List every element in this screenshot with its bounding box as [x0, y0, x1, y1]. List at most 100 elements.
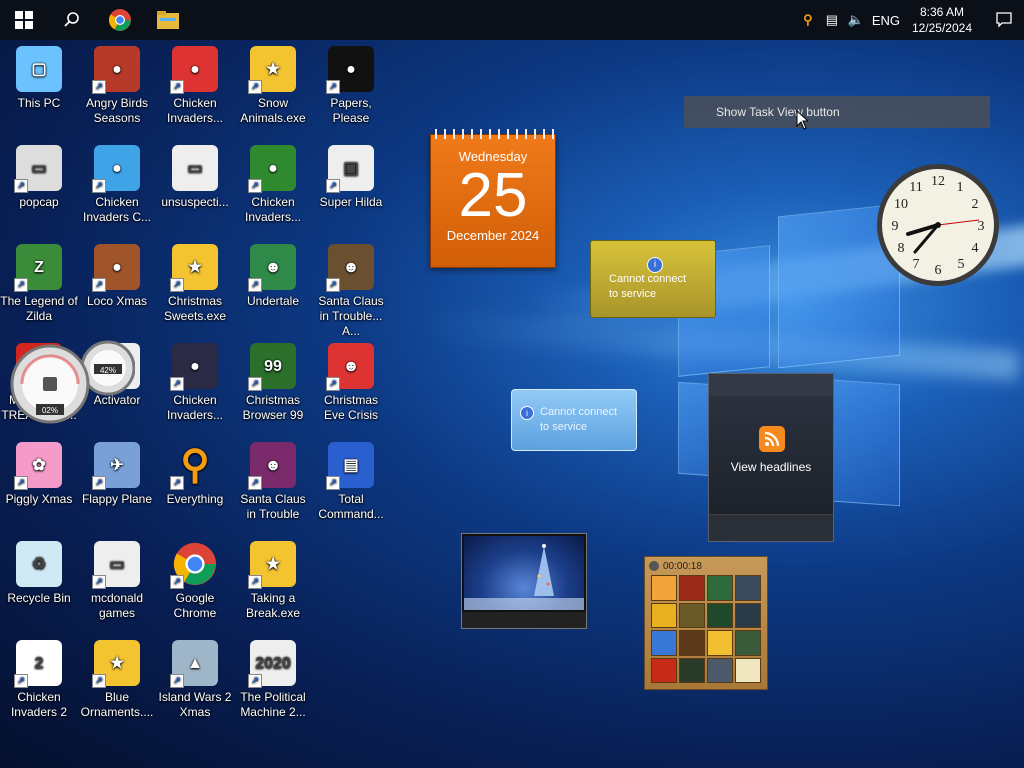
- info-icon: i: [647, 257, 663, 273]
- desktop-icon[interactable]: ☻ ↗ Santa Claus in Trouble: [234, 442, 312, 522]
- desktop-icon[interactable]: ✈ ↗ Flappy Plane: [78, 442, 156, 507]
- desktop-icon[interactable]: ▭ ↗ mcdonald games: [78, 541, 156, 621]
- desktop-icon-label: Taking a Break.exe: [245, 591, 301, 620]
- rss-icon: [759, 426, 785, 452]
- desktop-icon-label: Chicken Invaders...: [166, 96, 224, 125]
- desktop-icon[interactable]: ● ↗ Chicken Invaders C...: [78, 145, 156, 225]
- weather-gadget[interactable]: i Cannot connect to service: [590, 240, 716, 318]
- desktop-icon[interactable]: ⚲ ↗ Everything: [156, 442, 234, 507]
- everything-icon: ⚲ ↗: [170, 442, 218, 490]
- snow-animals-icon: ★ ↗: [248, 46, 296, 94]
- cpu-meter-value: 02%: [41, 406, 58, 415]
- puzzle-tile[interactable]: [735, 630, 761, 656]
- desktop-icon-label: Google Chrome: [173, 591, 217, 620]
- picture-puzzle-gadget[interactable]: 00:00:18: [644, 556, 768, 690]
- desktop-icon[interactable]: ● ↗ Chicken Invaders...: [156, 46, 234, 126]
- desktop-icon[interactable]: ● ↗ Chicken Invaders...: [234, 145, 312, 225]
- flappy-plane-icon: ✈ ↗: [92, 442, 140, 490]
- desktop-icon[interactable]: Z ↗ The Legend of Zilda: [0, 244, 78, 324]
- puzzle-tile[interactable]: [679, 630, 705, 656]
- puzzle-tile[interactable]: [679, 575, 705, 601]
- christmas-browser-99-icon: 99 ↗: [248, 343, 296, 391]
- desktop-icon-label: Super Hilda: [319, 195, 383, 209]
- svg-text:6: 6: [935, 263, 942, 278]
- desktop-icon[interactable]: ▢ This PC: [0, 46, 78, 111]
- everything-tray-icon[interactable]: ⚲: [796, 0, 820, 40]
- desktop-icon[interactable]: ☻ ↗ Santa Claus in Trouble... A...: [312, 244, 390, 339]
- puzzle-tile[interactable]: [707, 602, 733, 628]
- windows-logo-icon: [15, 11, 33, 29]
- desktop-icon[interactable]: ● ↗ Angry Birds Seasons: [78, 46, 156, 126]
- taskbar-file-explorer[interactable]: [144, 0, 192, 40]
- desktop-icon[interactable]: ★ ↗ Blue Ornaments....: [78, 640, 156, 720]
- desktop-icon[interactable]: 2020 ↗ The Political Machine 2...: [234, 640, 312, 720]
- info-icon: i: [520, 406, 534, 420]
- taskbar-chrome[interactable]: [96, 0, 144, 40]
- desktop-icon-label: mcdonald games: [90, 591, 144, 620]
- calendar-gadget[interactable]: Wednesday 25 December 2024: [430, 129, 556, 268]
- desktop-icon-label: The Legend of Zilda: [0, 294, 78, 323]
- shortcut-arrow-icon: ↗: [14, 674, 28, 688]
- desktop-icon[interactable]: ● ↗ Papers, Please: [312, 46, 390, 126]
- puzzle-tile[interactable]: [651, 657, 677, 683]
- taskbar-clock[interactable]: 8:36 AM 12/25/2024: [904, 4, 984, 36]
- weather-gadget-blue[interactable]: i Cannot connect to service: [511, 389, 637, 451]
- puzzle-tile[interactable]: [735, 602, 761, 628]
- search-button[interactable]: [48, 0, 96, 40]
- desktop-icon[interactable]: ♻ Recycle Bin: [0, 541, 78, 606]
- weather-message-line2: to service: [540, 421, 588, 433]
- svg-text:11: 11: [909, 180, 922, 195]
- desktop-icon[interactable]: ▣ ↗ Super Hilda: [312, 145, 390, 210]
- desktop-icon[interactable]: ✿ ↗ Piggly Xmas: [0, 442, 78, 507]
- desktop-icon[interactable]: ▤ ↗ Total Command...: [312, 442, 390, 522]
- total-commander-icon: ▤ ↗: [326, 442, 374, 490]
- shortcut-arrow-icon: ↗: [92, 179, 106, 193]
- shortcut-arrow-icon: ↗: [14, 476, 28, 490]
- svg-text:10: 10: [894, 197, 908, 212]
- desktop-icon[interactable]: 99 ↗ Christmas Browser 99: [234, 343, 312, 423]
- puzzle-tile[interactable]: [735, 657, 761, 683]
- puzzle-tile[interactable]: [707, 657, 733, 683]
- feed-footer: [709, 514, 833, 541]
- desktop-icon[interactable]: 2 ↗ Chicken Invaders 2: [0, 640, 78, 720]
- desktop-icon[interactable]: ● ↗ Chicken Invaders...: [156, 343, 234, 423]
- shortcut-arrow-icon: ↗: [248, 575, 262, 589]
- desktop-icon[interactable]: ★ ↗ Snow Animals.exe: [234, 46, 312, 126]
- analog-clock-gadget[interactable]: 12 1 2 345 678 9 10 11: [875, 162, 1001, 288]
- legend-of-zilda-icon: Z ↗: [14, 244, 62, 292]
- desktop-icon[interactable]: ● ↗ Loco Xmas: [78, 244, 156, 309]
- start-button[interactable]: [0, 0, 48, 40]
- desktop-icon[interactable]: ▭ unsuspecti...: [156, 145, 234, 210]
- timer-icon: [649, 561, 659, 571]
- feed-headlines-gadget[interactable]: View headlines: [708, 373, 834, 542]
- desktop-icon[interactable]: ★ ↗ Taking a Break.exe: [234, 541, 312, 621]
- puzzle-tile[interactable]: [651, 602, 677, 628]
- christmas-sweets-icon: ★ ↗: [170, 244, 218, 292]
- desktop-icon[interactable]: ▭ ↗ popcap: [0, 145, 78, 210]
- desktop-icon[interactable]: ☻ ↗ Christmas Eve Crisis: [312, 343, 390, 423]
- cpu-meter-gadget[interactable]: 42% 02%: [10, 340, 136, 425]
- puzzle-tile[interactable]: [679, 657, 705, 683]
- desktop-icon[interactable]: ★ ↗ Christmas Sweets.exe: [156, 244, 234, 324]
- language-indicator[interactable]: ENG: [868, 0, 904, 40]
- shortcut-arrow-icon: ↗: [248, 80, 262, 94]
- puzzle-tile[interactable]: [651, 630, 677, 656]
- clock-date: 12/25/2024: [911, 21, 972, 35]
- desktop-icon[interactable]: ▲ ↗ Island Wars 2 Xmas: [156, 640, 234, 720]
- slideshow-gadget[interactable]: [461, 533, 587, 629]
- volume-muted-icon[interactable]: 🔈: [844, 0, 868, 40]
- shortcut-arrow-icon: ↗: [14, 179, 28, 193]
- network-icon[interactable]: ▤: [820, 0, 844, 40]
- action-center-icon[interactable]: [984, 0, 1024, 40]
- slideshow-toolbar: [462, 612, 586, 628]
- puzzle-tile[interactable]: [735, 575, 761, 601]
- desktop-icon[interactable]: ↗ Google Chrome: [156, 541, 234, 621]
- desktop-icon[interactable]: ☻ ↗ Undertale: [234, 244, 312, 309]
- puzzle-tile[interactable]: [707, 630, 733, 656]
- puzzle-tile[interactable]: [707, 575, 733, 601]
- weather-message-line2: to service: [609, 288, 657, 300]
- puzzle-tile[interactable]: [651, 575, 677, 601]
- desktop-icon-label: Christmas Browser 99: [242, 393, 304, 422]
- puzzle-tile[interactable]: [679, 602, 705, 628]
- file-explorer-icon: [157, 11, 179, 29]
